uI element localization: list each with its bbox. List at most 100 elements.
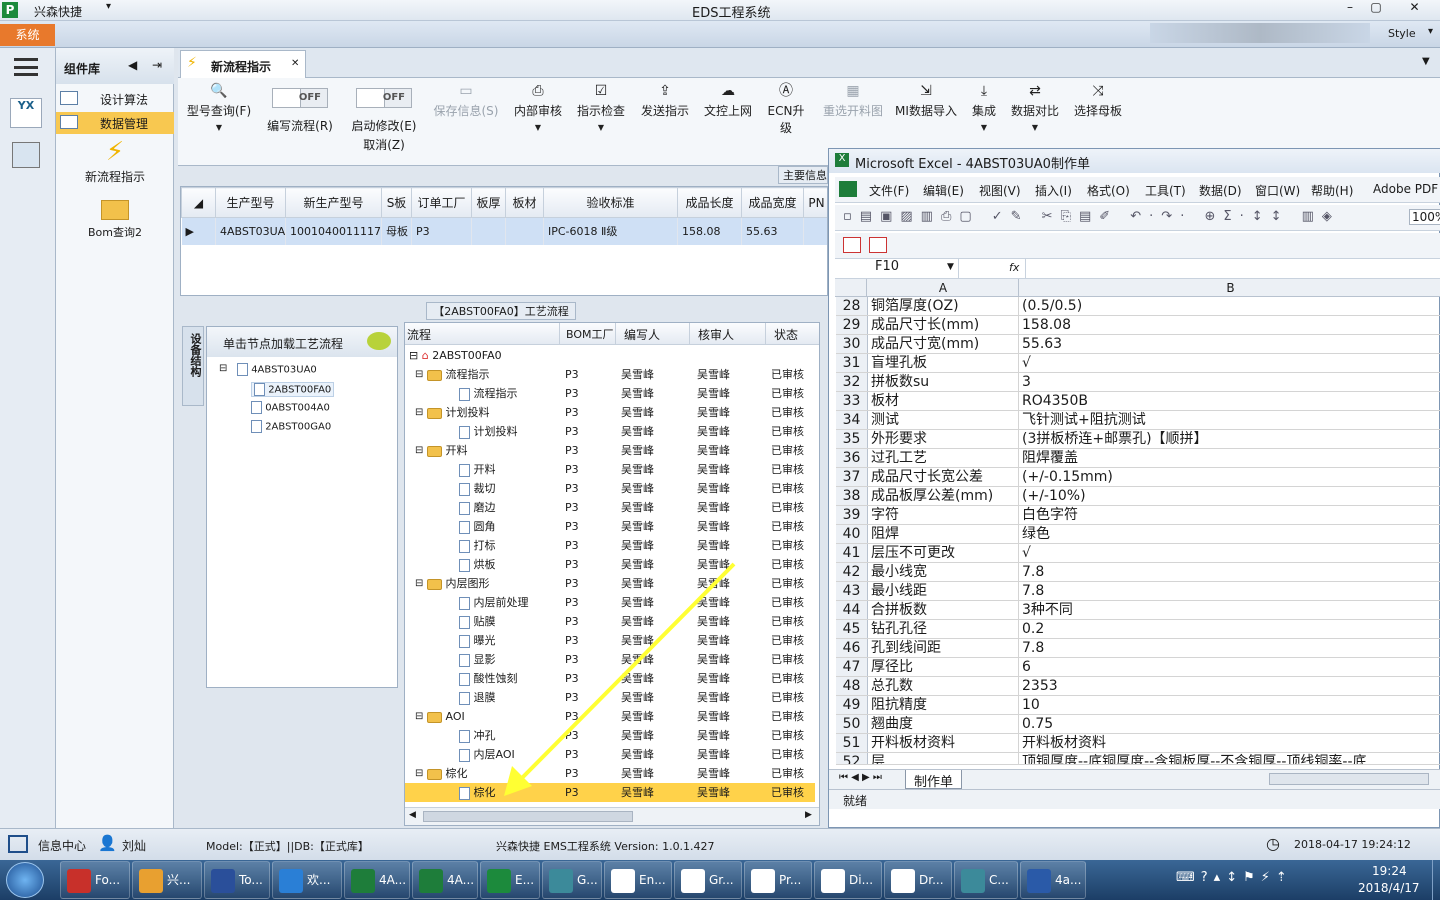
yx-module-icon[interactable]: YX <box>10 98 42 128</box>
tree-expander-icon[interactable]: ⊟ <box>415 707 423 726</box>
menu-data[interactable]: 数据(D) <box>1199 182 1242 199</box>
cell-a[interactable]: 盲埋孔板 <box>869 354 1019 372</box>
cell-b[interactable]: 飞针测试+阻抗测试 <box>1020 411 1440 429</box>
sheet-row[interactable]: 44 合拼板数 3种不同 <box>836 601 1440 620</box>
horizontal-scrollbar[interactable]: ◀ ▶ <box>405 807 819 825</box>
taskbar-item[interactable]: En... <box>604 861 672 899</box>
cell-a[interactable]: 成品尺寸宽(mm) <box>869 335 1019 353</box>
info-center-link[interactable]: 信息中心 <box>38 837 86 854</box>
row-number[interactable]: 40 <box>836 525 868 543</box>
excel-standard-toolbar[interactable]: ▫▤▣▨▥⎙▢ ✓✎ ✂⎘▤✐ ↶·↷· ⊕Σ·↕↕ ▥◈ <box>835 205 1440 231</box>
cell-a[interactable]: 最小线宽 <box>869 563 1019 581</box>
menu-window[interactable]: 窗口(W) <box>1255 182 1300 199</box>
ecn-upgrade-button[interactable]: Ⓐ ECN升级 <box>762 80 810 136</box>
row-number[interactable]: 41 <box>836 544 868 562</box>
cell-b[interactable]: (+/-10%) <box>1020 487 1440 505</box>
cell-a[interactable]: 阻焊 <box>869 525 1019 543</box>
scrollbar-thumb[interactable] <box>423 811 633 822</box>
sheet-row[interactable]: 38 成品板厚公差(mm) (+/-10%) <box>836 487 1440 506</box>
write-flow-toggle[interactable]: OFF 编写流程(R) <box>262 88 338 134</box>
column-header-a[interactable]: A <box>868 279 1019 297</box>
select-motherboard-button[interactable]: ⤨ 选择母板 <box>1070 80 1126 119</box>
sheet-row[interactable]: 47 厚径比 6 <box>836 658 1440 677</box>
cell-b[interactable]: 阻焊覆盖 <box>1020 449 1440 467</box>
side-tab-equipment-structure[interactable]: 设备结构 <box>182 326 204 406</box>
sheet-row[interactable]: 36 过孔工艺 阻焊覆盖 <box>836 449 1440 468</box>
sheet-tab[interactable]: 制作单 <box>905 770 963 790</box>
minimize-button[interactable]: – <box>1337 0 1363 18</box>
internal-review-button[interactable]: ⎙ 内部审核 ▼ <box>510 80 566 132</box>
col-header[interactable]: 生产型号 <box>215 187 286 218</box>
cell-a[interactable]: 翘曲度 <box>869 715 1019 733</box>
tree-node-selected[interactable]: 2ABST00FA0 <box>251 382 335 397</box>
row-number[interactable]: 52 <box>836 753 868 764</box>
sheet-row[interactable]: 48 总孔数 2353 <box>836 677 1440 696</box>
save-info-button[interactable]: ▭ 保存信息(S) <box>430 80 502 119</box>
taskbar-item[interactable]: 4a... <box>1020 861 1086 899</box>
tree-expander-icon[interactable]: ⊟ <box>415 764 423 783</box>
cell[interactable] <box>471 217 506 245</box>
taskbar-item[interactable]: Di... <box>814 861 882 899</box>
cell-a[interactable]: 成品尺寸长(mm) <box>869 316 1019 334</box>
col-header[interactable]: 核审人 <box>689 323 734 345</box>
menu-format[interactable]: 格式(O) <box>1087 182 1130 199</box>
row-number[interactable]: 45 <box>836 620 868 638</box>
row-number[interactable]: 43 <box>836 582 868 600</box>
cell-b[interactable]: 7.8 <box>1020 639 1440 657</box>
cell[interactable] <box>803 217 827 245</box>
taskbar-item[interactable]: 欢... <box>272 861 342 899</box>
tree-expander-icon[interactable]: ⊟ <box>219 363 227 374</box>
row-number[interactable]: 29 <box>836 316 868 334</box>
cell[interactable]: P3 <box>411 217 472 245</box>
integrate-button[interactable]: ⤓ 集成 ▼ <box>966 80 1002 132</box>
flow-row[interactable]: 计划投料 P3 吴雪峰 吴雪峰 已审核 <box>405 422 815 441</box>
sheet-row[interactable]: 40 阻焊 绿色 <box>836 525 1440 544</box>
close-button[interactable]: ✕ <box>1389 0 1440 18</box>
row-number[interactable]: 44 <box>836 601 868 619</box>
tray-time[interactable]: 19:24 <box>1372 864 1407 878</box>
cell-a[interactable]: 过孔工艺 <box>869 449 1019 467</box>
cell-a[interactable]: 合拼板数 <box>869 601 1019 619</box>
sheet-row[interactable]: 41 层压不可更改 √ <box>836 544 1440 563</box>
sheet-row[interactable]: 42 最小线宽 7.8 <box>836 563 1440 582</box>
scroll-right-icon[interactable]: ▶ <box>805 810 812 820</box>
cell-b[interactable]: 顶铜厚度--底铜厚度--含铜板厚--不含铜厚--顶线铜率--底 <box>1020 753 1440 764</box>
taskbar-item[interactable]: 4A... <box>344 861 410 899</box>
menu-edit[interactable]: 编辑(E) <box>923 182 964 199</box>
col-header[interactable]: 状态 <box>765 323 798 345</box>
calculator-module-icon[interactable] <box>12 142 40 168</box>
start-edit-toggle[interactable]: OFF 启动修改(E) 取消(Z) <box>346 88 422 153</box>
cell[interactable]: IPC-6018 Ⅱ级 <box>543 217 678 245</box>
mi-data-import-button[interactable]: ⇲ MI数据导入 <box>892 80 960 119</box>
tree-expander-icon[interactable]: ⊟ <box>415 441 423 460</box>
row-number[interactable]: 37 <box>836 468 868 486</box>
quick-access-dropdown-icon[interactable]: ▾ <box>106 1 111 12</box>
cell[interactable]: 158.08 <box>677 217 742 245</box>
cell[interactable]: 4ABST03UA0 <box>215 217 286 245</box>
sheet-row[interactable]: 29 成品尺寸长(mm) 158.08 <box>836 316 1440 335</box>
cell[interactable]: 10010400111178 <box>285 217 382 245</box>
cell-b[interactable]: 白色字符 <box>1020 506 1440 524</box>
flow-row[interactable]: 打标 P3 吴雪峰 吴雪峰 已审核 <box>405 536 815 555</box>
cell[interactable]: 母板 <box>381 217 412 245</box>
cell-a[interactable]: 成品板厚公差(mm) <box>869 487 1019 505</box>
col-header[interactable]: 成品宽度 <box>741 187 804 218</box>
cell-a[interactable]: 孔到线间距 <box>869 639 1019 657</box>
cell-b[interactable]: 55.63 <box>1020 335 1440 353</box>
sheet-row[interactable]: 39 字符 白色字符 <box>836 506 1440 525</box>
col-header[interactable]: S板 <box>381 187 412 218</box>
row-number[interactable]: 32 <box>836 373 868 391</box>
sheet-row[interactable]: 34 测试 飞针测试+阻抗测试 <box>836 411 1440 430</box>
taskbar-item[interactable]: G... <box>542 861 602 899</box>
flow-row[interactable]: 开料 P3 吴雪峰 吴雪峰 已审核 <box>405 460 815 479</box>
flow-row[interactable]: 圆角 P3 吴雪峰 吴雪峰 已审核 <box>405 517 815 536</box>
sheet-row[interactable]: 46 孔到线间距 7.8 <box>836 639 1440 658</box>
taskbar-item[interactable]: E... <box>480 861 540 899</box>
cell-b[interactable]: (3拼板桥连+邮票孔)【顺拼】 <box>1020 430 1440 448</box>
row-number[interactable]: 39 <box>836 506 868 524</box>
cell-a[interactable]: 层压不可更改 <box>869 544 1019 562</box>
cell-a[interactable]: 总孔数 <box>869 677 1019 695</box>
col-header[interactable]: 板厚 <box>471 187 506 218</box>
sheet-row[interactable]: 50 翘曲度 0.75 <box>836 715 1440 734</box>
tree-expander-icon[interactable]: ⊟ <box>415 574 423 593</box>
